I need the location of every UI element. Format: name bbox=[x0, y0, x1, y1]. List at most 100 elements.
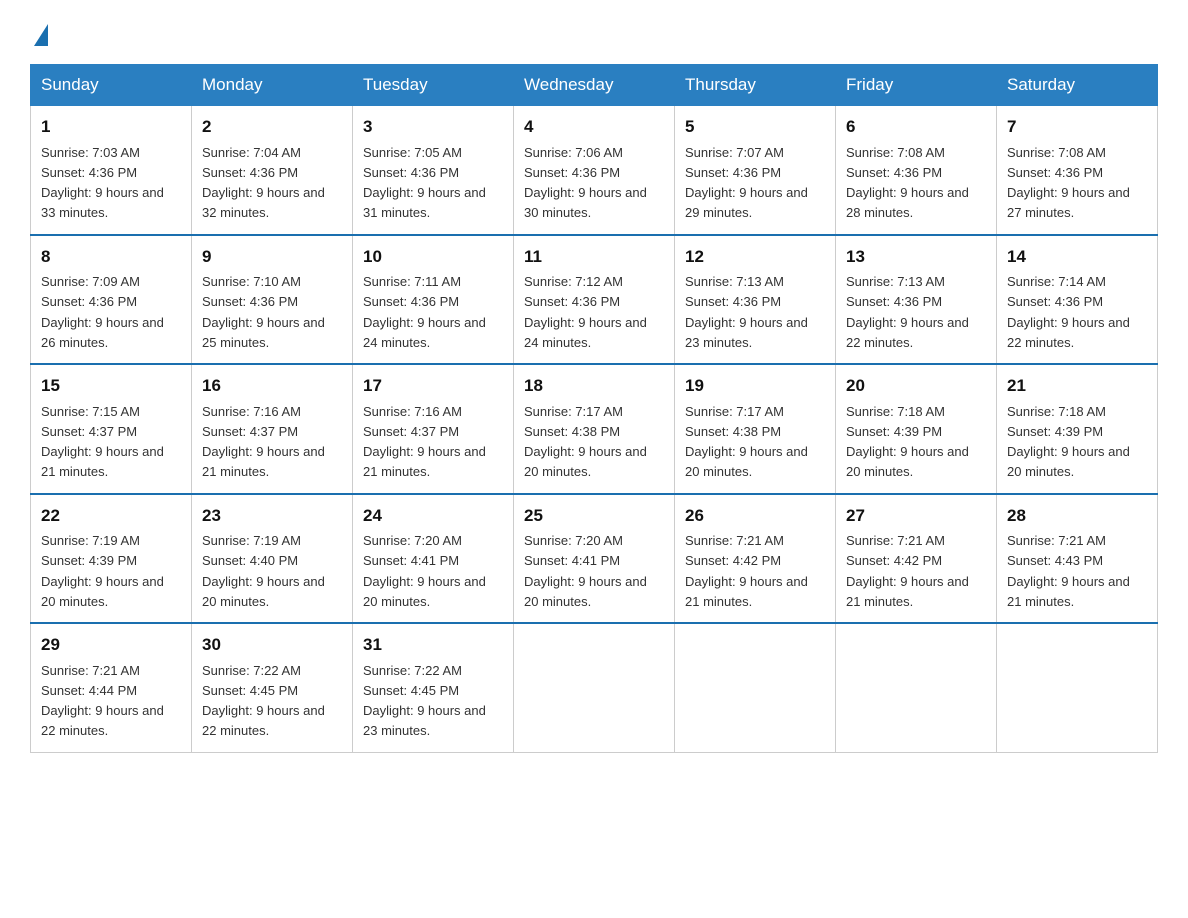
day-info: Sunrise: 7:06 AMSunset: 4:36 PMDaylight:… bbox=[524, 145, 647, 221]
day-number: 22 bbox=[41, 503, 181, 529]
day-number: 6 bbox=[846, 114, 986, 140]
day-info: Sunrise: 7:19 AMSunset: 4:40 PMDaylight:… bbox=[202, 533, 325, 609]
day-info: Sunrise: 7:05 AMSunset: 4:36 PMDaylight:… bbox=[363, 145, 486, 221]
logo bbox=[30, 20, 50, 46]
calendar-cell: 26 Sunrise: 7:21 AMSunset: 4:42 PMDayligh… bbox=[675, 494, 836, 624]
calendar-header-row: SundayMondayTuesdayWednesdayThursdayFrid… bbox=[31, 65, 1158, 106]
day-number: 24 bbox=[363, 503, 503, 529]
calendar-cell: 7Sunrise: 7:08 AMSunset: 4:36 PMDaylight… bbox=[997, 106, 1158, 235]
day-number: 2 bbox=[202, 114, 342, 140]
day-number: 3 bbox=[363, 114, 503, 140]
calendar-table: SundayMondayTuesdayWednesdayThursdayFrid… bbox=[30, 64, 1158, 753]
day-number: 4 bbox=[524, 114, 664, 140]
day-info: Sunrise: 7:17 AMSunset: 4:38 PMDaylight:… bbox=[524, 404, 647, 480]
day-info: Sunrise: 7:13 AMSunset: 4:36 PMDaylight:… bbox=[685, 274, 808, 350]
day-info: Sunrise: 7:04 AMSunset: 4:36 PMDaylight:… bbox=[202, 145, 325, 221]
day-number: 18 bbox=[524, 373, 664, 399]
calendar-cell: 15Sunrise: 7:15 AMSunset: 4:37 PMDayligh… bbox=[31, 364, 192, 494]
day-info: Sunrise: 7:21 AMSunset: 4:42 PMDaylight:… bbox=[685, 533, 808, 609]
day-info: Sunrise: 7:13 AMSunset: 4:36 PMDaylight:… bbox=[846, 274, 969, 350]
day-number: 1 bbox=[41, 114, 181, 140]
day-info: Sunrise: 7:03 AMSunset: 4:36 PMDaylight:… bbox=[41, 145, 164, 221]
day-info: Sunrise: 7:17 AMSunset: 4:38 PMDaylight:… bbox=[685, 404, 808, 480]
day-number: 14 bbox=[1007, 244, 1147, 270]
column-header-sunday: Sunday bbox=[31, 65, 192, 106]
day-info: Sunrise: 7:21 AMSunset: 4:43 PMDaylight:… bbox=[1007, 533, 1130, 609]
calendar-cell: 22 Sunrise: 7:19 AMSunset: 4:39 PMDayligh… bbox=[31, 494, 192, 624]
day-number: 21 bbox=[1007, 373, 1147, 399]
calendar-cell: 12 Sunrise: 7:13 AMSunset: 4:36 PMDayligh… bbox=[675, 235, 836, 365]
day-info: Sunrise: 7:08 AMSunset: 4:36 PMDaylight:… bbox=[846, 145, 969, 221]
day-number: 9 bbox=[202, 244, 342, 270]
calendar-cell: 5 Sunrise: 7:07 AMSunset: 4:36 PMDaylight… bbox=[675, 106, 836, 235]
calendar-week-row: 1 Sunrise: 7:03 AMSunset: 4:36 PMDaylight… bbox=[31, 106, 1158, 235]
day-number: 8 bbox=[41, 244, 181, 270]
calendar-cell: 18 Sunrise: 7:17 AMSunset: 4:38 PMDayligh… bbox=[514, 364, 675, 494]
calendar-cell: 19 Sunrise: 7:17 AMSunset: 4:38 PMDayligh… bbox=[675, 364, 836, 494]
calendar-cell: 6 Sunrise: 7:08 AMSunset: 4:36 PMDaylight… bbox=[836, 106, 997, 235]
day-number: 16 bbox=[202, 373, 342, 399]
column-header-saturday: Saturday bbox=[997, 65, 1158, 106]
calendar-cell bbox=[675, 623, 836, 752]
day-info: Sunrise: 7:16 AMSunset: 4:37 PMDaylight:… bbox=[363, 404, 486, 480]
column-header-thursday: Thursday bbox=[675, 65, 836, 106]
calendar-cell: 27 Sunrise: 7:21 AMSunset: 4:42 PMDayligh… bbox=[836, 494, 997, 624]
day-info: Sunrise: 7:20 AMSunset: 4:41 PMDaylight:… bbox=[363, 533, 486, 609]
calendar-cell: 4 Sunrise: 7:06 AMSunset: 4:36 PMDaylight… bbox=[514, 106, 675, 235]
column-header-wednesday: Wednesday bbox=[514, 65, 675, 106]
calendar-week-row: 29 Sunrise: 7:21 AMSunset: 4:44 PMDayligh… bbox=[31, 623, 1158, 752]
calendar-cell: 2 Sunrise: 7:04 AMSunset: 4:36 PMDaylight… bbox=[192, 106, 353, 235]
day-number: 31 bbox=[363, 632, 503, 658]
day-number: 26 bbox=[685, 503, 825, 529]
day-number: 12 bbox=[685, 244, 825, 270]
day-info: Sunrise: 7:16 AMSunset: 4:37 PMDaylight:… bbox=[202, 404, 325, 480]
day-number: 11 bbox=[524, 244, 664, 270]
calendar-cell: 20 Sunrise: 7:18 AMSunset: 4:39 PMDayligh… bbox=[836, 364, 997, 494]
calendar-cell: 9 Sunrise: 7:10 AMSunset: 4:36 PMDaylight… bbox=[192, 235, 353, 365]
day-info: Sunrise: 7:09 AMSunset: 4:36 PMDaylight:… bbox=[41, 274, 164, 350]
calendar-week-row: 22 Sunrise: 7:19 AMSunset: 4:39 PMDayligh… bbox=[31, 494, 1158, 624]
day-number: 15 bbox=[41, 373, 181, 399]
day-number: 28 bbox=[1007, 503, 1147, 529]
calendar-cell: 31 Sunrise: 7:22 AMSunset: 4:45 PMDayligh… bbox=[353, 623, 514, 752]
day-info: Sunrise: 7:14 AMSunset: 4:36 PMDaylight:… bbox=[1007, 274, 1130, 350]
day-info: Sunrise: 7:11 AMSunset: 4:36 PMDaylight:… bbox=[363, 274, 486, 350]
calendar-cell: 8 Sunrise: 7:09 AMSunset: 4:36 PMDaylight… bbox=[31, 235, 192, 365]
day-number: 25 bbox=[524, 503, 664, 529]
day-number: 5 bbox=[685, 114, 825, 140]
day-info: Sunrise: 7:18 AMSunset: 4:39 PMDaylight:… bbox=[846, 404, 969, 480]
calendar-cell: 1 Sunrise: 7:03 AMSunset: 4:36 PMDaylight… bbox=[31, 106, 192, 235]
calendar-week-row: 8 Sunrise: 7:09 AMSunset: 4:36 PMDaylight… bbox=[31, 235, 1158, 365]
day-info: Sunrise: 7:10 AMSunset: 4:36 PMDaylight:… bbox=[202, 274, 325, 350]
calendar-cell: 13 Sunrise: 7:13 AMSunset: 4:36 PMDayligh… bbox=[836, 235, 997, 365]
day-number: 17 bbox=[363, 373, 503, 399]
day-number: 10 bbox=[363, 244, 503, 270]
day-number: 29 bbox=[41, 632, 181, 658]
day-info: Sunrise: 7:19 AMSunset: 4:39 PMDaylight:… bbox=[41, 533, 164, 609]
calendar-cell: 21 Sunrise: 7:18 AMSunset: 4:39 PMDayligh… bbox=[997, 364, 1158, 494]
day-number: 30 bbox=[202, 632, 342, 658]
day-info: Sunrise: 7:12 AMSunset: 4:36 PMDaylight:… bbox=[524, 274, 647, 350]
day-number: 23 bbox=[202, 503, 342, 529]
day-info: Sunrise: 7:07 AMSunset: 4:36 PMDaylight:… bbox=[685, 145, 808, 221]
day-number: 20 bbox=[846, 373, 986, 399]
day-info: Sunrise: 7:21 AMSunset: 4:44 PMDaylight:… bbox=[41, 663, 164, 739]
day-info: Sunrise: 7:21 AMSunset: 4:42 PMDaylight:… bbox=[846, 533, 969, 609]
column-header-friday: Friday bbox=[836, 65, 997, 106]
day-number: 27 bbox=[846, 503, 986, 529]
calendar-cell: 24 Sunrise: 7:20 AMSunset: 4:41 PMDayligh… bbox=[353, 494, 514, 624]
calendar-cell: 10 Sunrise: 7:11 AMSunset: 4:36 PMDayligh… bbox=[353, 235, 514, 365]
calendar-cell bbox=[836, 623, 997, 752]
day-number: 19 bbox=[685, 373, 825, 399]
day-number: 7 bbox=[1007, 114, 1147, 140]
calendar-cell: 25 Sunrise: 7:20 AMSunset: 4:41 PMDayligh… bbox=[514, 494, 675, 624]
calendar-cell bbox=[514, 623, 675, 752]
logo-text bbox=[30, 20, 50, 46]
calendar-cell: 23 Sunrise: 7:19 AMSunset: 4:40 PMDayligh… bbox=[192, 494, 353, 624]
day-info: Sunrise: 7:22 AMSunset: 4:45 PMDaylight:… bbox=[363, 663, 486, 739]
day-info: Sunrise: 7:18 AMSunset: 4:39 PMDaylight:… bbox=[1007, 404, 1130, 480]
day-number: 13 bbox=[846, 244, 986, 270]
day-info: Sunrise: 7:20 AMSunset: 4:41 PMDaylight:… bbox=[524, 533, 647, 609]
calendar-cell: 11 Sunrise: 7:12 AMSunset: 4:36 PMDayligh… bbox=[514, 235, 675, 365]
calendar-cell bbox=[997, 623, 1158, 752]
